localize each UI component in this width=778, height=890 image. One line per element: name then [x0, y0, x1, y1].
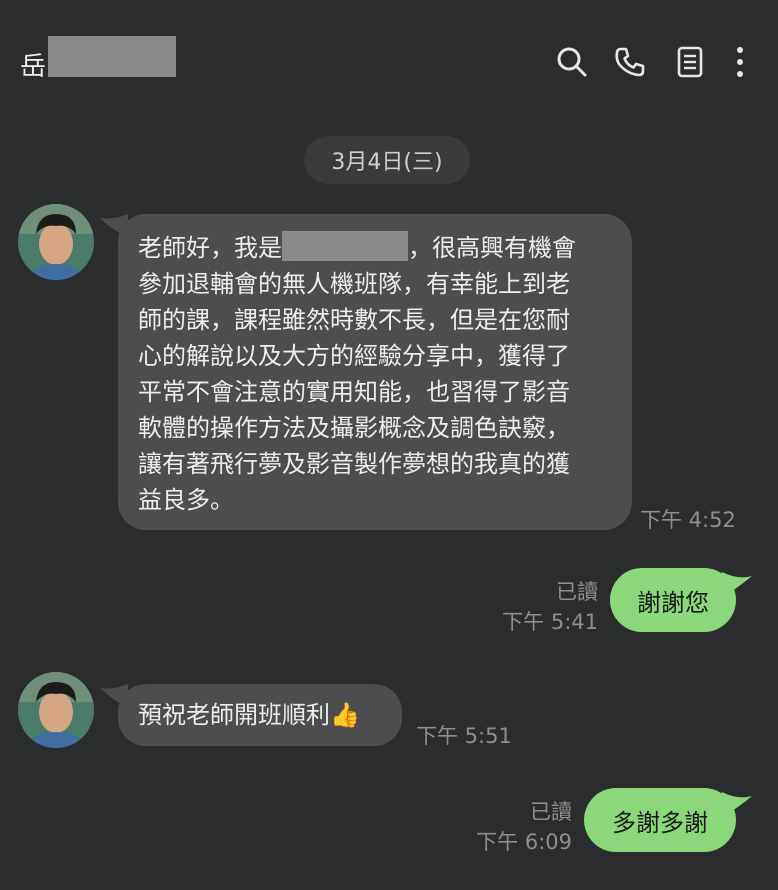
chat-header: 岳: [0, 0, 778, 120]
message-line: 參加退輔會的無人機班隊，有幸能上到老: [138, 270, 570, 298]
message-time: 下午 4:52: [640, 508, 736, 532]
outgoing-message[interactable]: 多謝多謝: [584, 788, 736, 852]
incoming-message[interactable]: 老師好，我是 ，很高興有機會 參加退輔會的無人機班隊，有幸能上到老 師的課，課程雖…: [118, 214, 632, 530]
outgoing-message[interactable]: 謝謝您: [610, 568, 736, 632]
message-line: 讓有著飛行夢及影音製作夢想的我真的獲: [138, 450, 570, 478]
message-time: 下午 5:41: [502, 610, 598, 634]
message-line: 平常不會注意的實用知能，也習得了影音: [138, 378, 570, 406]
message-line: 軟體的操作方法及攝影概念及調色訣竅，: [138, 414, 570, 442]
avatar[interactable]: [18, 204, 94, 280]
redacted-name: [282, 231, 408, 261]
message-time: 下午 6:09: [476, 830, 572, 854]
search-icon[interactable]: [554, 44, 590, 80]
message-line: 老師好，我是 ，很高興有機會: [138, 230, 616, 266]
read-receipt: 已讀: [530, 800, 572, 824]
more-options-icon[interactable]: [724, 44, 754, 80]
message-text: 預祝老師開班順利👍: [138, 701, 360, 729]
avatar[interactable]: [18, 672, 94, 748]
incoming-message[interactable]: 預祝老師開班順利👍: [118, 684, 402, 746]
notes-icon[interactable]: [672, 44, 708, 80]
redacted-name: [48, 36, 176, 77]
message-time: 下午 5:51: [416, 724, 512, 748]
message-line: 心的解說以及大方的經驗分享中，獲得了: [138, 342, 570, 370]
date-divider: 3月4日(三): [304, 136, 470, 184]
message-line: 師的課，課程雖然時數不長，但是在您耐: [138, 306, 570, 334]
read-receipt: 已讀: [556, 580, 598, 604]
message-line: 益良多。: [138, 486, 234, 514]
chat-title: 岳: [20, 52, 47, 82]
phone-icon[interactable]: [612, 44, 648, 80]
